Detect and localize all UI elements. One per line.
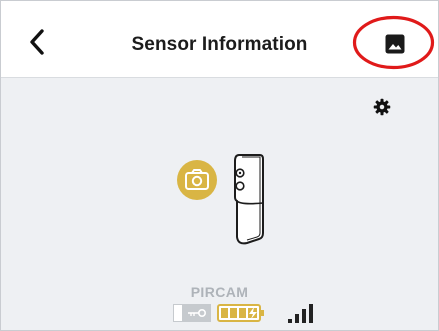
camera-icon [185, 169, 209, 190]
sensor-information-screen: Sensor Information PIRCAM [0, 0, 439, 331]
camera-badge [177, 160, 217, 200]
header-bar: Sensor Information [1, 1, 438, 78]
battery-charging-icon [217, 304, 264, 322]
lock-status-chip [173, 304, 211, 322]
device-name-label: PIRCAM [190, 284, 249, 300]
pir-camera-device-image [234, 154, 264, 245]
gear-icon[interactable] [373, 98, 391, 116]
key-icon [188, 308, 207, 318]
device-status-row [173, 302, 323, 324]
highlight-circle [352, 15, 435, 70]
lock-indicator [173, 304, 183, 322]
signal-strength-icon [288, 304, 313, 323]
